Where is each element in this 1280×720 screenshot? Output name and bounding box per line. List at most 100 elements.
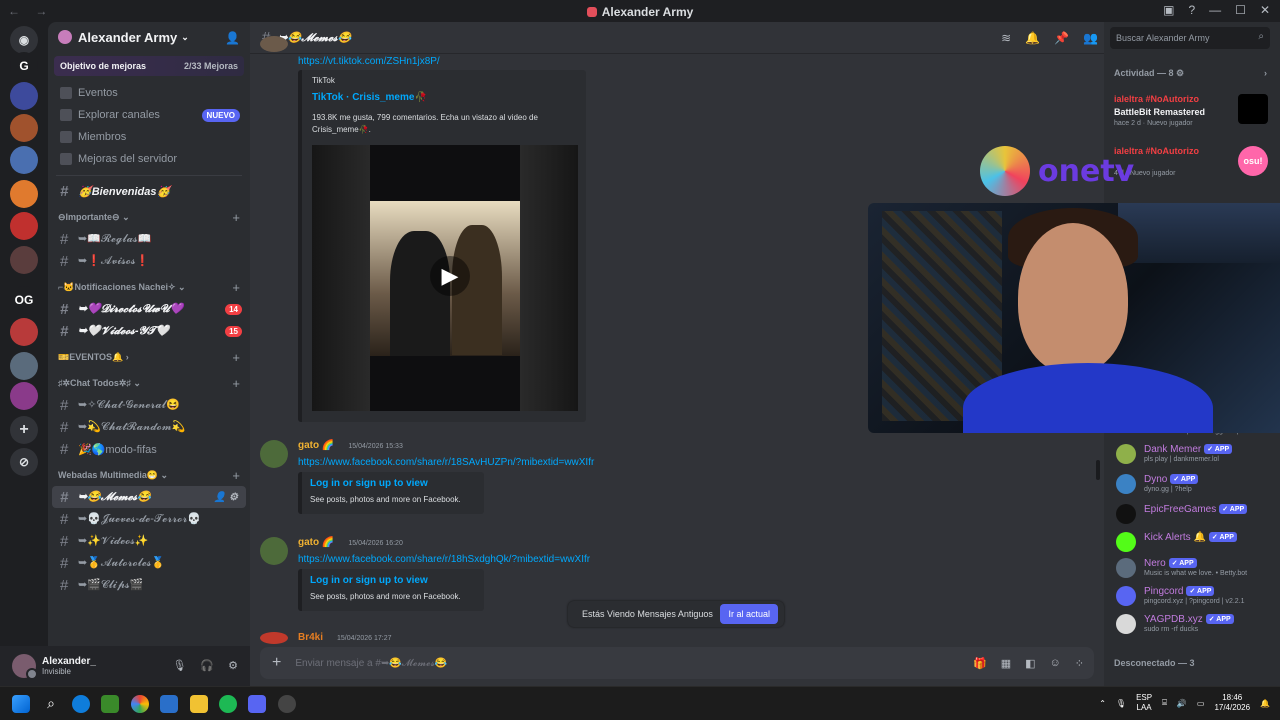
- add-server-icon[interactable]: +: [10, 416, 38, 444]
- channel-item[interactable]: # ➥❗𝓐𝓿𝓲𝓼𝓸𝓼❗: [48, 250, 250, 272]
- avatar[interactable]: [260, 632, 288, 644]
- boost-goal[interactable]: Objetivo de mejoras 2/33 Mejoras: [54, 56, 244, 76]
- guild-nav-item[interactable]: Miembros: [48, 126, 250, 148]
- gif-icon[interactable]: ▦: [1001, 657, 1011, 670]
- network-icon[interactable]: ⌸: [1162, 698, 1167, 708]
- vpn-icon[interactable]: [160, 695, 178, 713]
- file-explorer-icon[interactable]: [190, 695, 208, 713]
- server-icon[interactable]: [10, 180, 38, 208]
- chrome-icon[interactable]: [131, 695, 149, 713]
- scrollbar-thumb[interactable]: [1096, 460, 1100, 480]
- avatar[interactable]: [12, 654, 38, 680]
- server-icon[interactable]: [10, 82, 38, 110]
- battery-icon[interactable]: ▭: [1197, 699, 1205, 708]
- member-item[interactable]: Pingcord ✓ APP pingcord.xyz | ?pingcord | …: [1116, 584, 1276, 608]
- chevron-up-icon[interactable]: ⌃: [1099, 699, 1106, 708]
- windows-start-icon[interactable]: [12, 695, 30, 713]
- volume-icon[interactable]: 🔊: [1177, 699, 1187, 708]
- channel-item[interactable]: # 🎉🌎modo-fifas: [48, 438, 250, 460]
- server-icon[interactable]: [10, 382, 38, 410]
- message-link[interactable]: https://vt.tiktok.com/ZSHn1jx8P/: [298, 56, 440, 67]
- emoji-icon[interactable]: ☺: [1050, 657, 1061, 670]
- channel-item[interactable]: # 🥳Bienvenidas🥳: [48, 180, 250, 202]
- bell-icon[interactable]: 🔔: [1025, 31, 1040, 45]
- server-icon[interactable]: [10, 114, 38, 142]
- server-icon[interactable]: G: [10, 52, 38, 80]
- create-channel-icon[interactable]: +: [232, 350, 240, 365]
- guild-nav-item[interactable]: Mejoras del servidor: [48, 148, 250, 170]
- discover-icon[interactable]: ⊘: [10, 448, 38, 476]
- channel-category[interactable]: ♯✲Chat Todos✲♯ ⌄ +: [48, 372, 250, 394]
- channel-item[interactable]: # ➥✨𝓥𝓲𝓭𝓮𝓸𝓼✨: [48, 530, 250, 552]
- pin-icon[interactable]: 📌: [1054, 31, 1069, 45]
- member-list-icon[interactable]: 👥: [1083, 31, 1098, 45]
- play-icon[interactable]: ▶: [430, 256, 470, 296]
- server-icon[interactable]: [10, 212, 38, 240]
- message-input[interactable]: Enviar mensaje a #➥😂𝓜𝓮𝓶𝓮𝓼😂: [295, 658, 447, 669]
- avatar[interactable]: [260, 440, 288, 468]
- minimize-button[interactable]: —: [1209, 3, 1221, 17]
- server-icon[interactable]: OG: [10, 286, 38, 314]
- maximize-button[interactable]: ☐: [1235, 3, 1246, 17]
- jump-to-present-button[interactable]: Ir al actual: [720, 604, 778, 624]
- channel-category[interactable]: ⊖Importante⊖ ⌄ +: [48, 206, 250, 228]
- search-icon[interactable]: ⌕: [42, 695, 60, 713]
- video-thumbnail[interactable]: ▶: [312, 145, 578, 411]
- create-channel-icon[interactable]: +: [232, 280, 240, 295]
- embed-title[interactable]: Log in or sign up to view: [310, 478, 476, 489]
- member-item[interactable]: Kick Alerts 🔔 ✓ APP: [1116, 530, 1276, 554]
- channel-item[interactable]: # ➥🤍𝓥𝓲𝓭𝓮𝓸𝓼-𝓨𝓣🤍 15: [48, 320, 250, 342]
- apps-icon[interactable]: ⁘: [1075, 657, 1084, 670]
- channel-item[interactable]: # ➥📖𝓡𝓮𝓰𝓵𝓪𝓼📖: [48, 228, 250, 250]
- channel-settings-icon[interactable]: 👤 ⚙: [214, 492, 238, 503]
- create-channel-icon[interactable]: +: [232, 376, 240, 391]
- xbox-icon[interactable]: [101, 695, 119, 713]
- search-input[interactable]: Buscar Alexander Army ⌕: [1110, 27, 1270, 49]
- message-link[interactable]: https://www.facebook.com/share/r/18SAvHU…: [298, 457, 594, 468]
- member-item[interactable]: YAGPDB.xyz ✓ APP sudo rm -rf ducks: [1116, 612, 1276, 636]
- channel-category[interactable]: Webadas Multimedia😁 ⌄ +: [48, 464, 250, 486]
- embed-title[interactable]: TikTok · Crisis_meme🥀: [312, 92, 427, 103]
- settings-gear-icon[interactable]: ⚙: [228, 659, 238, 672]
- channel-item[interactable]: # ➥💀𝓙𝓾𝓮𝓿𝓮𝓼-𝓭𝓮-𝓣𝓮𝓻𝓻𝓸𝓻💀: [48, 508, 250, 530]
- guild-nav-item[interactable]: Eventos: [48, 82, 250, 104]
- sticker-icon[interactable]: ◧: [1025, 657, 1035, 670]
- member-item[interactable]: Dank Memer ✓ APP pls play | dankmemer.lol: [1116, 442, 1276, 466]
- microphone-icon[interactable]: 🎙: [172, 659, 186, 672]
- attach-plus-icon[interactable]: +: [272, 654, 281, 672]
- channel-item[interactable]: # ➥💫𝓒𝓱𝓪𝓽𝓡𝓪𝓷𝓭𝓸𝓶💫: [48, 416, 250, 438]
- direct-messages-icon[interactable]: ◉: [10, 26, 38, 54]
- channel-category[interactable]: 🎫EVENTOS🔔 › +: [48, 346, 250, 368]
- member-item[interactable]: EpicFreeGames ✓ APP: [1116, 502, 1276, 526]
- obs-icon[interactable]: [278, 695, 296, 713]
- server-icon[interactable]: [10, 246, 38, 274]
- message-author[interactable]: gato 🌈: [298, 537, 334, 548]
- clock[interactable]: 18:46 17/4/2026: [1214, 693, 1250, 713]
- language-indicator[interactable]: ESP LAA: [1136, 693, 1152, 713]
- channel-item[interactable]: # ➥🥇𝓐𝓾𝓽𝓸𝓻𝓸𝓵𝓮𝓼🥇: [48, 552, 250, 574]
- message-link[interactable]: https://www.facebook.com/share/r/18hSxdg…: [298, 554, 590, 565]
- message-composer[interactable]: + Enviar mensaje a #➥😂𝓜𝓮𝓶𝓮𝓼😂 🎁 ▦ ◧ ☺ ⁘: [260, 647, 1094, 679]
- inbox-icon[interactable]: ▣: [1163, 3, 1174, 17]
- gear-icon[interactable]: ⚙: [1176, 68, 1184, 78]
- activity-card[interactable]: ialeltra #NoAutorizo BattleBit Remastere…: [1114, 94, 1274, 127]
- channel-item[interactable]: # ➥✧𝓒𝓱𝓪𝓽-𝓖𝓮𝓷𝓮𝓻𝓪𝓵😆: [48, 394, 250, 416]
- help-icon[interactable]: ?: [1188, 3, 1195, 17]
- channel-item[interactable]: # ➥🎬𝓒𝓵𝓲𝓹𝓼🎬: [48, 574, 250, 596]
- gift-icon[interactable]: 🎁: [973, 657, 987, 670]
- avatar[interactable]: [260, 537, 288, 565]
- microphone-icon[interactable]: 🎙: [1116, 699, 1126, 708]
- discord-icon[interactable]: [248, 695, 266, 713]
- threads-icon[interactable]: ≋: [1001, 31, 1011, 45]
- headphones-icon[interactable]: 🎧: [200, 659, 214, 672]
- message-author[interactable]: Br4ki: [298, 632, 323, 643]
- embed-title[interactable]: Log in or sign up to view: [310, 575, 476, 586]
- server-icon[interactable]: [10, 146, 38, 174]
- edge-icon[interactable]: [72, 695, 90, 713]
- server-icon[interactable]: [10, 318, 38, 346]
- create-channel-icon[interactable]: +: [232, 468, 240, 483]
- spotify-icon[interactable]: [219, 695, 237, 713]
- close-button[interactable]: ✕: [1260, 3, 1270, 17]
- member-item[interactable]: Dyno ✓ APP dyno.gg | ?help: [1116, 472, 1276, 496]
- create-channel-icon[interactable]: +: [232, 210, 240, 225]
